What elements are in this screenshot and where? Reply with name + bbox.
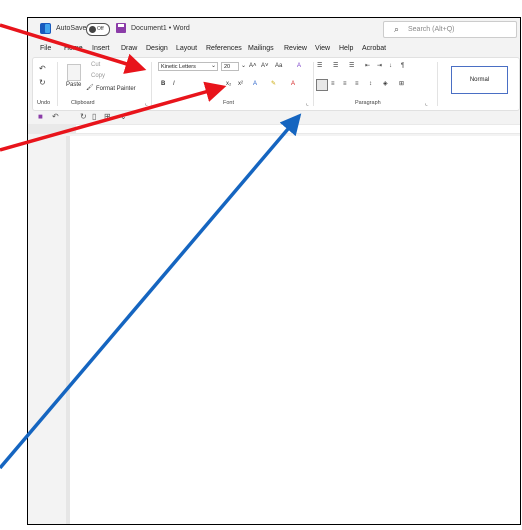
blue-arrow-font-launcher	[0, 113, 302, 470]
red-arrow-font-name	[0, 23, 147, 74]
annotation-arrows	[0, 23, 302, 470]
red-arrow-font-size	[0, 81, 227, 152]
